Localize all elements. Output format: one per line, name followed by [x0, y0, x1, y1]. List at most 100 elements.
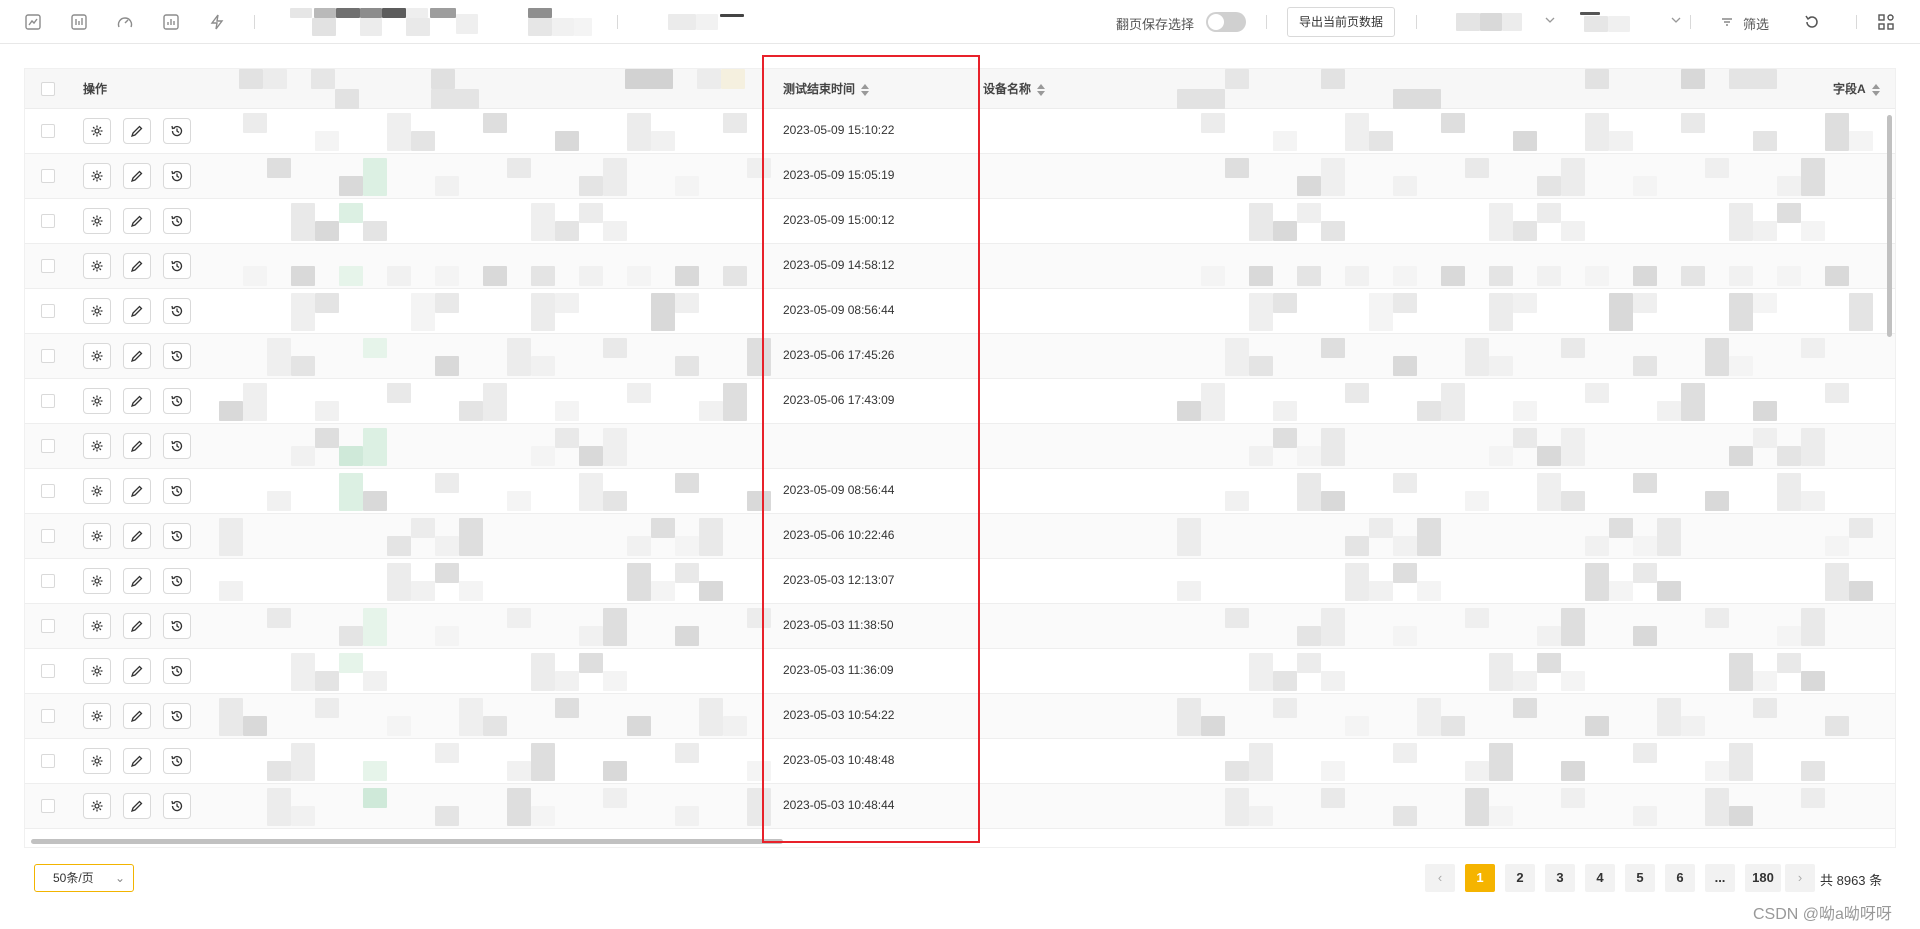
- row-checkbox[interactable]: [41, 529, 55, 543]
- trend-icon[interactable]: [22, 11, 44, 33]
- row-checkbox[interactable]: [41, 439, 55, 453]
- row-checkbox[interactable]: [41, 349, 55, 363]
- edit-button[interactable]: [123, 793, 151, 819]
- row-checkbox[interactable]: [41, 799, 55, 813]
- page-button-3[interactable]: 3: [1545, 864, 1575, 892]
- prev-page-button[interactable]: ‹: [1425, 864, 1455, 892]
- settings-button[interactable]: [83, 793, 111, 819]
- row-checkbox[interactable]: [41, 259, 55, 273]
- select-all-checkbox[interactable]: [41, 82, 55, 96]
- column-header-end-time[interactable]: 测试结束时间: [783, 69, 870, 109]
- sort-icon[interactable]: [861, 83, 870, 96]
- settings-button[interactable]: [83, 208, 111, 234]
- history-button[interactable]: [163, 163, 191, 189]
- row-checkbox[interactable]: [41, 484, 55, 498]
- edit-button[interactable]: [123, 748, 151, 774]
- page-button-2[interactable]: 2: [1505, 864, 1535, 892]
- edit-button[interactable]: [123, 118, 151, 144]
- edit-button[interactable]: [123, 433, 151, 459]
- edit-button[interactable]: [123, 343, 151, 369]
- next-page-button[interactable]: ›: [1785, 864, 1815, 892]
- edit-button[interactable]: [123, 388, 151, 414]
- row-checkbox[interactable]: [41, 754, 55, 768]
- bar-chart-icon[interactable]: [160, 11, 182, 33]
- settings-button[interactable]: [83, 568, 111, 594]
- blurred-select-2[interactable]: [1576, 10, 1686, 34]
- settings-button[interactable]: [83, 523, 111, 549]
- settings-button[interactable]: [83, 343, 111, 369]
- history-button[interactable]: [163, 793, 191, 819]
- refresh-icon[interactable]: [1801, 11, 1823, 33]
- settings-button[interactable]: [83, 388, 111, 414]
- settings-button[interactable]: [83, 703, 111, 729]
- horizontal-scrollbar[interactable]: [31, 839, 783, 844]
- row-checkbox[interactable]: [41, 664, 55, 678]
- page-size-select[interactable]: 50条/页 ⌄: [34, 864, 134, 892]
- edit-button[interactable]: [123, 298, 151, 324]
- blurred-select-1[interactable]: [1450, 10, 1560, 34]
- history-button[interactable]: [163, 343, 191, 369]
- page-button-4[interactable]: 4: [1585, 864, 1615, 892]
- row-checkbox[interactable]: [41, 709, 55, 723]
- column-settings-icon[interactable]: [1875, 11, 1897, 33]
- table-row: 2023-05-09 08:56:44: [25, 289, 1895, 334]
- page-button-5[interactable]: 5: [1625, 864, 1655, 892]
- history-button[interactable]: [163, 748, 191, 774]
- history-button[interactable]: [163, 523, 191, 549]
- toolbar: 翻页保存选择 导出当前页数据 筛选: [0, 0, 1920, 44]
- sort-icon[interactable]: [1871, 83, 1880, 96]
- history-button[interactable]: [163, 613, 191, 639]
- page-button-6[interactable]: 6: [1665, 864, 1695, 892]
- column-header-field-a[interactable]: 字段A: [1833, 69, 1880, 109]
- edit-button[interactable]: [123, 478, 151, 504]
- row-checkbox[interactable]: [41, 619, 55, 633]
- edit-button[interactable]: [123, 163, 151, 189]
- history-button[interactable]: [163, 253, 191, 279]
- page-button-180[interactable]: 180: [1745, 864, 1781, 892]
- settings-button[interactable]: [83, 118, 111, 144]
- edit-button[interactable]: [123, 613, 151, 639]
- history-button[interactable]: [163, 568, 191, 594]
- row-checkbox[interactable]: [41, 394, 55, 408]
- vertical-scrollbar[interactable]: [1887, 115, 1892, 337]
- history-button[interactable]: [163, 433, 191, 459]
- page-button-1[interactable]: 1: [1465, 864, 1495, 892]
- history-button[interactable]: [163, 388, 191, 414]
- row-checkbox[interactable]: [41, 574, 55, 588]
- column-header-device-name[interactable]: 设备名称: [983, 69, 1046, 109]
- lightning-icon[interactable]: [206, 11, 228, 33]
- history-button[interactable]: [163, 118, 191, 144]
- row-checkbox[interactable]: [41, 304, 55, 318]
- edit-button[interactable]: [123, 523, 151, 549]
- settings-button[interactable]: [83, 253, 111, 279]
- history-button[interactable]: [163, 703, 191, 729]
- settings-button[interactable]: [83, 298, 111, 324]
- row-checkbox[interactable]: [41, 214, 55, 228]
- save-selection-toggle[interactable]: [1206, 12, 1246, 32]
- edit-button[interactable]: [123, 703, 151, 729]
- gauge-icon[interactable]: [114, 11, 136, 33]
- settings-button[interactable]: [83, 613, 111, 639]
- edit-button[interactable]: [123, 208, 151, 234]
- chart-box-icon[interactable]: [68, 11, 90, 33]
- edit-button[interactable]: [123, 253, 151, 279]
- history-button[interactable]: [163, 658, 191, 684]
- sort-icon[interactable]: [1037, 83, 1046, 96]
- history-icon: [170, 124, 184, 138]
- pencil-icon: [130, 799, 144, 813]
- row-checkbox[interactable]: [41, 169, 55, 183]
- history-button[interactable]: [163, 208, 191, 234]
- edit-button[interactable]: [123, 568, 151, 594]
- edit-button[interactable]: [123, 658, 151, 684]
- settings-button[interactable]: [83, 163, 111, 189]
- settings-button[interactable]: [83, 433, 111, 459]
- toggle-label: 翻页保存选择: [1116, 17, 1195, 32]
- export-current-page-button[interactable]: 导出当前页数据: [1287, 7, 1396, 37]
- row-checkbox[interactable]: [41, 124, 55, 138]
- pagination-ellipsis[interactable]: ...: [1705, 864, 1735, 892]
- settings-button[interactable]: [83, 478, 111, 504]
- settings-button[interactable]: [83, 748, 111, 774]
- history-button[interactable]: [163, 298, 191, 324]
- history-button[interactable]: [163, 478, 191, 504]
- settings-button[interactable]: [83, 658, 111, 684]
